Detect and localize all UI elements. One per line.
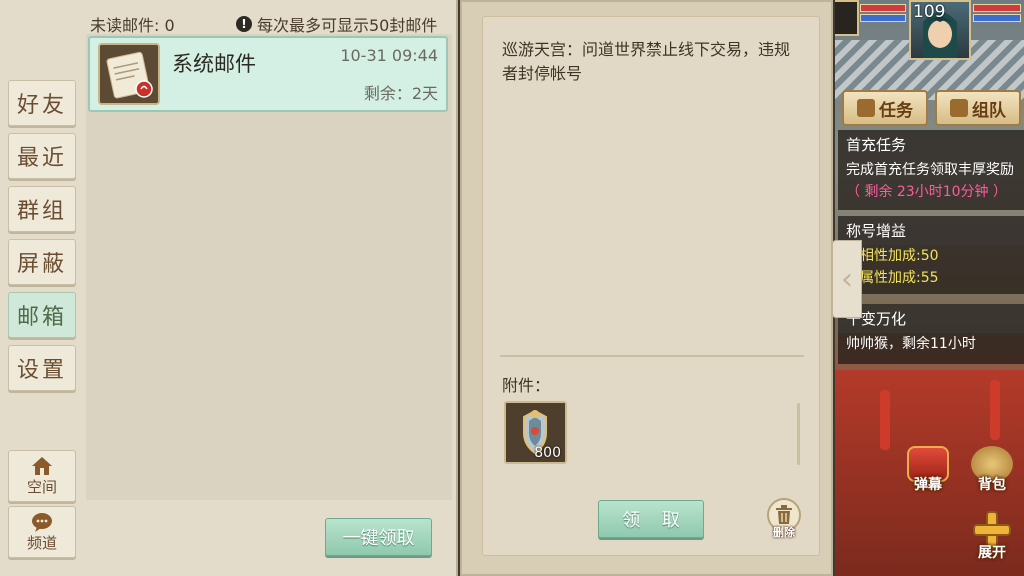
attachment-scrollbar[interactable] bbox=[797, 403, 800, 465]
team-label: 组队 bbox=[972, 100, 1006, 121]
quest-line: 帅帅猴，剩余11小时 bbox=[846, 336, 976, 352]
danmaku-label: 弹幕 bbox=[914, 477, 942, 493]
expand-button[interactable]: 展开 bbox=[964, 502, 1020, 562]
task-label: 任务 bbox=[879, 100, 913, 121]
team-button[interactable]: 组队 bbox=[935, 90, 1021, 126]
pet-status-bars bbox=[860, 4, 906, 40]
divider bbox=[500, 355, 804, 357]
quest-title-bonus[interactable]: 称号增益 有相性加成:50 有属性加成:55 bbox=[838, 216, 1024, 294]
player-mp-bar bbox=[973, 14, 1021, 22]
pet-mp-bar bbox=[860, 14, 906, 22]
quest-line: 有相性加成:50 bbox=[846, 248, 939, 264]
tab-blocked[interactable]: 屏蔽 bbox=[8, 239, 76, 285]
unread-count: 未读邮件: 0 bbox=[90, 16, 175, 35]
player-status-bars bbox=[973, 4, 1021, 40]
tab-recent[interactable]: 最近 bbox=[8, 133, 76, 179]
player-level: 109 bbox=[913, 2, 946, 22]
quest-line: 有属性加成:55 bbox=[846, 270, 939, 286]
chat-icon bbox=[32, 512, 52, 532]
attachment-label: 附件： bbox=[502, 376, 551, 395]
quest-title: 首充任务 bbox=[838, 130, 1024, 159]
claim-all-button[interactable]: 一键领取 bbox=[325, 518, 432, 556]
channel-label: 频道 bbox=[26, 533, 57, 552]
player-hp-bar bbox=[973, 4, 1021, 12]
quest-title: 称号增益 bbox=[838, 216, 1024, 245]
mail-date: 10-31 09:44 bbox=[340, 46, 438, 65]
quest-first-recharge[interactable]: 首充任务 完成首充任务领取丰厚奖励 （ 剩余 23小时10分钟 ） bbox=[838, 130, 1024, 210]
mail-title: 系统邮件 bbox=[172, 52, 256, 76]
quest-line: 完成首充任务领取丰厚奖励 bbox=[846, 162, 1014, 178]
bag-button[interactable]: 背包 bbox=[964, 436, 1020, 494]
tab-groups[interactable]: 群组 bbox=[8, 186, 76, 232]
limit-notice: ! 每次最多可显示50封邮件 bbox=[236, 12, 437, 36]
pet-avatar[interactable] bbox=[835, 0, 859, 36]
delete-label: 删除 bbox=[773, 526, 795, 539]
claim-button[interactable]: 领 取 bbox=[598, 500, 704, 538]
space-button[interactable]: 空间 bbox=[8, 450, 76, 502]
quest-title: 千变万化 bbox=[838, 304, 1024, 333]
flag-icon bbox=[950, 99, 968, 117]
tab-friends[interactable]: 好友 bbox=[8, 80, 76, 126]
expand-label: 展开 bbox=[978, 545, 1006, 561]
chevron-left-icon: ‹ bbox=[841, 261, 853, 297]
mail-list-item[interactable]: 系统邮件 10-31 09:44 剩余：2天 bbox=[88, 36, 448, 112]
mail-remaining: 剩余：2天 bbox=[363, 84, 438, 103]
delete-button[interactable]: 删除 bbox=[764, 498, 804, 542]
space-label: 空间 bbox=[26, 477, 57, 496]
lantern-decoration bbox=[990, 380, 1000, 440]
quest-transform[interactable]: 千变万化 帅帅猴，剩余11小时 bbox=[838, 304, 1024, 364]
scroll-icon bbox=[857, 99, 875, 117]
home-icon bbox=[32, 456, 52, 475]
bag-label: 背包 bbox=[978, 477, 1006, 493]
tab-mailbox[interactable]: 邮箱 bbox=[8, 292, 76, 338]
mail-body: 巡游天宫：问道世界禁止线下交易，违规者封停帐号 bbox=[502, 40, 791, 83]
channel-button[interactable]: 频道 bbox=[8, 506, 76, 558]
task-button[interactable]: 任务 bbox=[842, 90, 928, 126]
pet-hp-bar bbox=[860, 4, 906, 12]
letter-icon bbox=[98, 43, 160, 105]
tab-settings[interactable]: 设置 bbox=[8, 345, 76, 391]
attachment-count: 800 bbox=[534, 445, 561, 461]
mail-content-box bbox=[482, 16, 820, 556]
lantern-decoration bbox=[880, 390, 890, 450]
limit-notice-text: 每次最多可显示50封邮件 bbox=[257, 16, 438, 35]
danmaku-button[interactable]: 弹幕 bbox=[900, 436, 956, 494]
warning-icon: ! bbox=[236, 16, 252, 32]
collapse-panel-button[interactable]: ‹ bbox=[832, 240, 862, 318]
quest-line: （ 剩余 23小时10分钟 ） bbox=[846, 184, 1007, 200]
attachment-slot[interactable]: 800 bbox=[504, 401, 567, 464]
tab-rail: 好友 最近 群组 屏蔽 邮箱 设置 空间 频道 bbox=[0, 0, 84, 576]
